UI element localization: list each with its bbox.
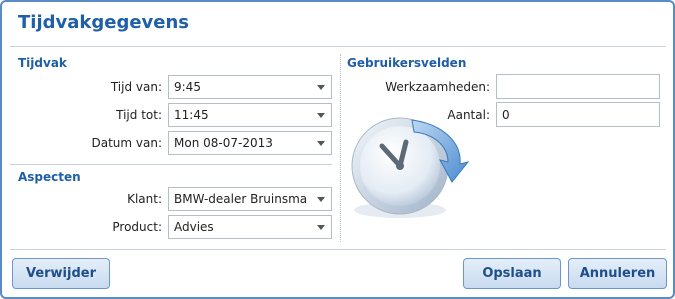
cancel-button[interactable]: Annuleren <box>568 258 667 289</box>
section-heading-tijdvak: Tijdvak <box>18 56 67 70</box>
tijd-van-label: Tijd van: <box>110 80 162 94</box>
werkzaamheden-field[interactable] <box>496 74 660 99</box>
tijd-van-select[interactable]: 9:45 <box>168 75 332 99</box>
dialog-title: Tijdvakgegevens <box>18 12 190 33</box>
datum-van-value: Mon 08-07-2013 <box>174 136 273 150</box>
chevron-down-icon <box>317 141 325 146</box>
werkzaamheden-label: Werkzaamheden: <box>385 80 490 94</box>
column-divider <box>340 54 341 242</box>
product-value: Advies <box>174 220 214 234</box>
header-divider <box>10 46 666 47</box>
aantal-field[interactable] <box>496 102 660 127</box>
delete-button[interactable]: Verwijder <box>12 258 110 289</box>
klant-select[interactable]: BMW-dealer Bruinsma <box>168 187 332 211</box>
clock-refresh-icon <box>342 112 472 225</box>
chevron-down-icon <box>317 113 325 118</box>
chevron-down-icon <box>317 197 325 202</box>
tijd-tot-value: 11:45 <box>174 108 209 122</box>
datum-van-select[interactable]: Mon 08-07-2013 <box>168 131 332 155</box>
tijd-tot-select[interactable]: 11:45 <box>168 103 332 127</box>
save-button[interactable]: Opslaan <box>463 258 561 289</box>
footer-divider <box>10 249 666 250</box>
klant-value: BMW-dealer Bruinsma <box>174 192 308 206</box>
tijd-tot-label: Tijd tot: <box>116 108 162 122</box>
product-select[interactable]: Advies <box>168 215 332 239</box>
klant-label: Klant: <box>127 192 162 206</box>
product-label: Product: <box>112 220 162 234</box>
section-heading-gebruikersvelden: Gebruikersvelden <box>347 56 467 70</box>
tijdvak-dialog: Tijdvakgegevens Tijdvak Tijd van: 9:45 T… <box>0 0 675 299</box>
section-divider <box>10 164 332 165</box>
datum-van-label: Datum van: <box>91 136 162 150</box>
tijd-van-value: 9:45 <box>174 80 201 94</box>
chevron-down-icon <box>317 85 325 90</box>
chevron-down-icon <box>317 225 325 230</box>
section-heading-aspecten: Aspecten <box>18 170 81 184</box>
